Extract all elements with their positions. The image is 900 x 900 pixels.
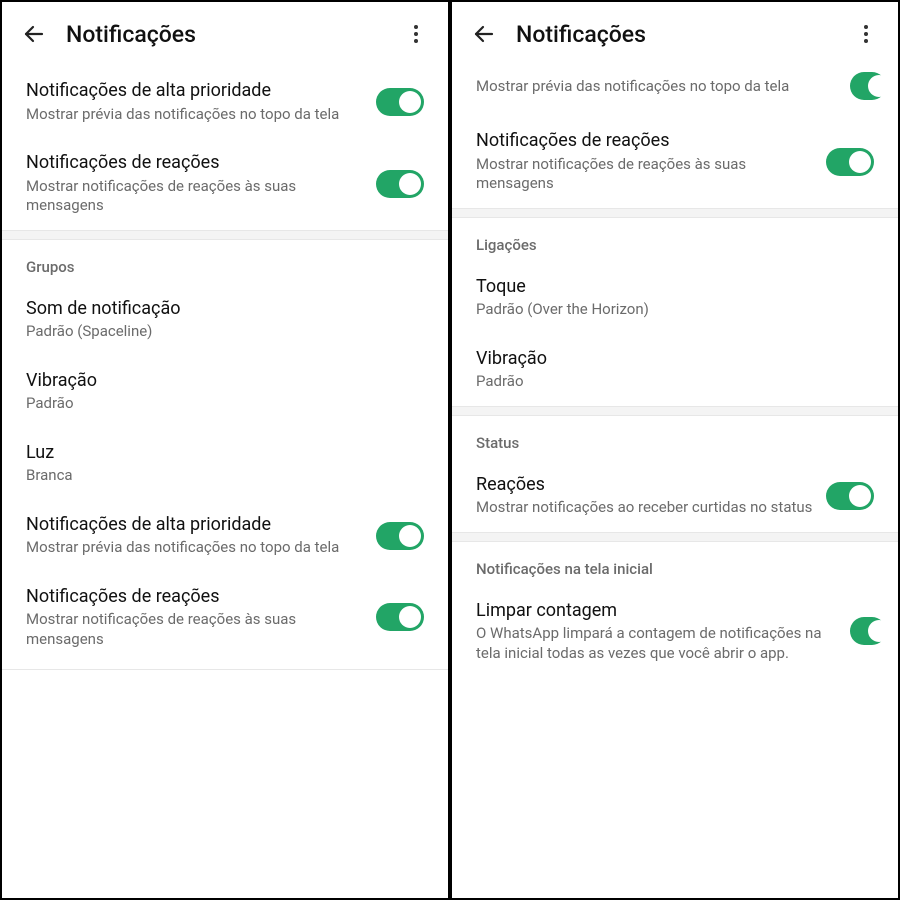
row-title: Toque (476, 276, 862, 299)
setting-high-priority[interactable]: Notificações de alta prioridade Mostrar … (2, 66, 448, 138)
section-header-calls: Ligações (452, 218, 898, 262)
row-title: Notificações de reações (26, 152, 364, 175)
content-left: Notificações de alta prioridade Mostrar … (2, 66, 448, 900)
content-right: Mostrar prévia das notificações no topo … (452, 66, 898, 900)
row-subtitle: Padrão (Spaceline) (26, 322, 412, 342)
toggle-status-reactions[interactable] (826, 482, 874, 510)
setting-clear-count[interactable]: Limpar contagem O WhatsApp limpará a con… (452, 586, 898, 678)
row-subtitle: Mostrar prévia das notificações no topo … (476, 77, 838, 97)
toggle-clear-count[interactable] (850, 617, 886, 645)
section-divider (452, 208, 898, 218)
row-subtitle: Padrão (26, 394, 412, 414)
row-subtitle: Branca (26, 466, 412, 486)
row-subtitle: Mostrar notificações de reações às suas … (26, 610, 364, 649)
row-subtitle: Mostrar notificações de reações às suas … (476, 155, 814, 194)
pane-right: Notificações Mostrar prévia das notifica… (450, 0, 900, 900)
setting-call-ringtone[interactable]: Toque Padrão (Over the Horizon) (452, 262, 898, 334)
row-title: Notificações de alta prioridade (26, 80, 364, 103)
header: Notificações (452, 2, 898, 66)
row-title: Notificações de alta prioridade (26, 514, 364, 537)
setting-status-reactions[interactable]: Reações Mostrar notificações ao receber … (452, 460, 898, 532)
more-vert-icon (864, 25, 868, 43)
setting-reaction-notifications[interactable]: Notificações de reações Mostrar notifica… (452, 116, 898, 208)
setting-group-reactions[interactable]: Notificações de reações Mostrar notifica… (2, 572, 448, 664)
row-title: Som de notificação (26, 298, 412, 321)
row-title: Reações (476, 474, 814, 497)
setting-high-priority-partial[interactable]: Mostrar prévia das notificações no topo … (452, 66, 898, 116)
row-subtitle: Mostrar notificações de reações às suas … (26, 177, 364, 216)
section-header-home-notifications: Notificações na tela inicial (452, 542, 898, 586)
row-subtitle: Padrão (476, 372, 862, 392)
row-title: Vibração (26, 370, 412, 393)
row-title: Notificações de reações (476, 130, 814, 153)
divider (2, 669, 448, 670)
back-button[interactable] (464, 14, 504, 54)
setting-group-vibration[interactable]: Vibração Padrão (2, 356, 448, 428)
row-subtitle: Padrão (Over the Horizon) (476, 300, 862, 320)
section-header-status: Status (452, 416, 898, 460)
more-vert-icon (414, 25, 418, 43)
setting-group-sound[interactable]: Som de notificação Padrão (Spaceline) (2, 284, 448, 356)
page-title: Notificações (504, 21, 846, 48)
row-subtitle: O WhatsApp limpará a contagem de notific… (476, 624, 838, 663)
setting-group-high-priority[interactable]: Notificações de alta prioridade Mostrar … (2, 500, 448, 572)
setting-reaction-notifications[interactable]: Notificações de reações Mostrar notifica… (2, 138, 448, 230)
toggle-group-high-priority[interactable] (376, 522, 424, 550)
row-subtitle: Mostrar prévia das notificações no topo … (26, 538, 364, 558)
setting-group-light[interactable]: Luz Branca (2, 428, 448, 500)
toggle-reaction-notifications[interactable] (826, 148, 874, 176)
toggle-high-priority[interactable] (850, 72, 886, 100)
setting-call-vibration[interactable]: Vibração Padrão (452, 334, 898, 406)
pane-left: Notificações Notificações de alta priori… (0, 0, 450, 900)
row-subtitle: Mostrar prévia das notificações no topo … (26, 105, 364, 125)
section-divider (452, 406, 898, 416)
back-button[interactable] (14, 14, 54, 54)
header: Notificações (2, 2, 448, 66)
overflow-menu-button[interactable] (396, 14, 436, 54)
toggle-reaction-notifications[interactable] (376, 170, 424, 198)
row-subtitle: Mostrar notificações ao receber curtidas… (476, 498, 814, 518)
toggle-group-reactions[interactable] (376, 603, 424, 631)
overflow-menu-button[interactable] (846, 14, 886, 54)
row-title: Notificações de reações (26, 586, 364, 609)
page-title: Notificações (54, 21, 396, 48)
section-divider (452, 532, 898, 542)
row-title: Luz (26, 442, 412, 465)
section-header-groups: Grupos (2, 240, 448, 284)
row-title: Limpar contagem (476, 600, 838, 623)
toggle-high-priority[interactable] (376, 88, 424, 116)
section-divider (2, 230, 448, 240)
row-title: Vibração (476, 348, 862, 371)
